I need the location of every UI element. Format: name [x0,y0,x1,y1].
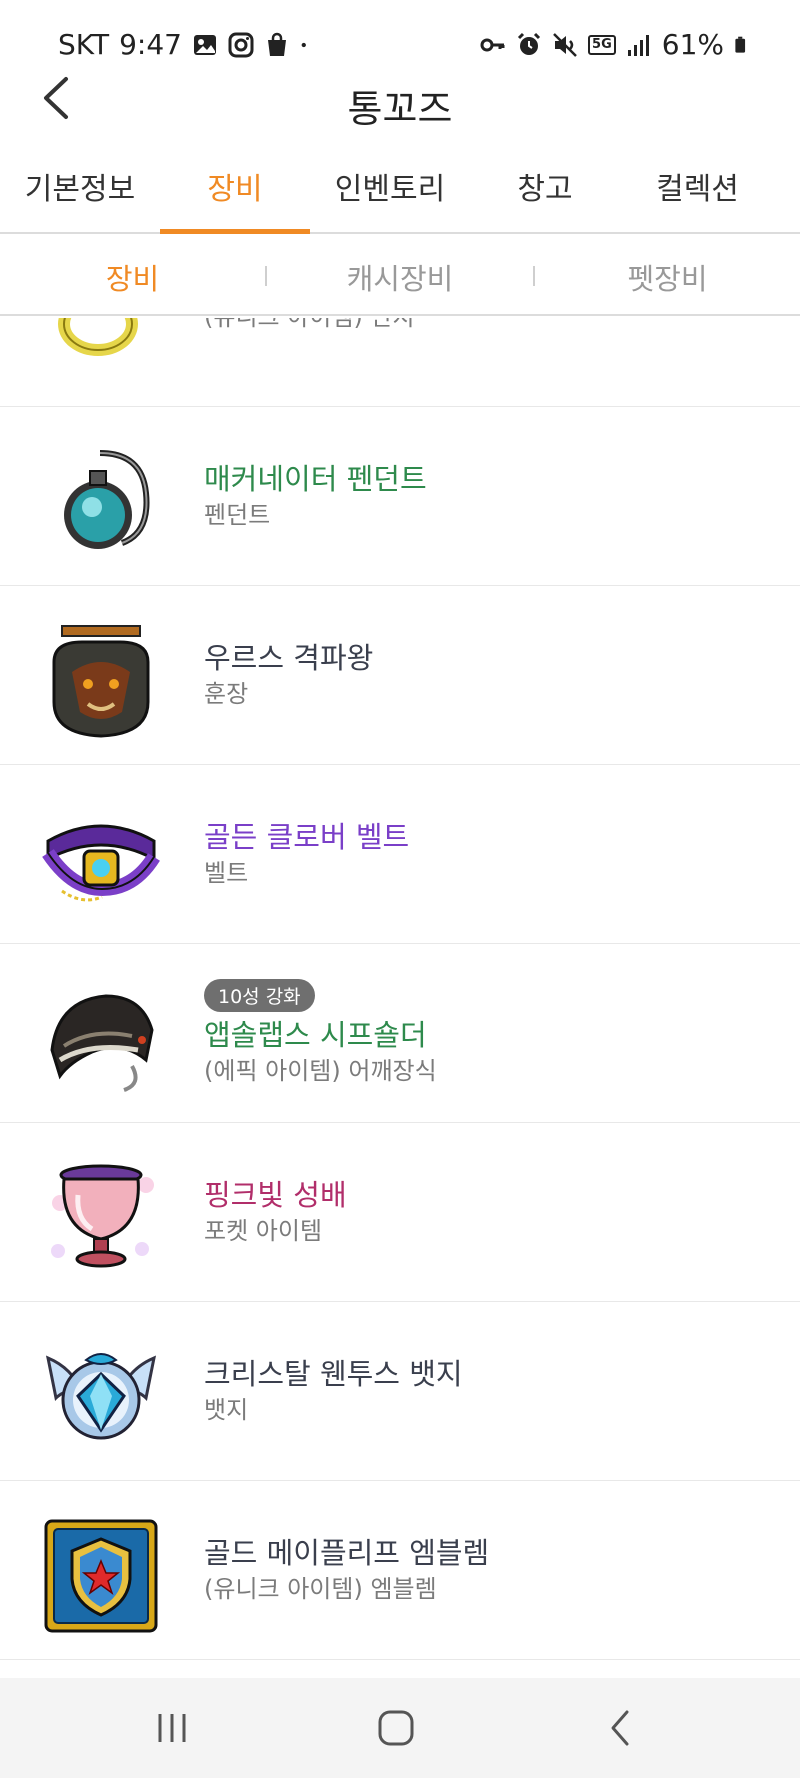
list-item[interactable]: 골드 메이플리프 엠블렘 (유니크 아이템) 엠블렘 [0,1481,800,1660]
home-icon [378,1710,414,1746]
status-left: SKT 9:47 [58,28,314,61]
tab-collection[interactable]: 컬렉션 [620,164,775,208]
equipment-list[interactable]: (유니크 아이템) 반지 매커네이터 펜던트 펜던트 [0,318,800,1678]
item-type: 포켓 아이템 [204,1217,323,1245]
battery-percent: 61% [661,28,724,61]
pendant-icon [64,450,150,549]
enhancement-badge: 10성 강화 [204,978,315,1012]
instagram-icon [228,32,254,57]
item-name: 앱솔랩스 시프숄더 [204,1017,427,1052]
key-icon [480,38,505,51]
list-item[interactable]: 핑크빛 성배 포켓 아이템 [0,1123,800,1302]
status-right: 5G 61% [480,28,752,61]
app-header: 통꼬즈 [0,60,800,146]
nav-back-button[interactable] [590,1703,650,1753]
list-item[interactable]: (유니크 아이템) 반지 [0,318,800,407]
item-text: 골드 메이플리프 엠블렘 (유니크 아이템) 엠블렘 [204,1481,489,1659]
page-title: 통꼬즈 [347,87,453,131]
item-type: 훈장 [204,680,249,708]
list-item[interactable]: 우르스 격파왕 훈장 [0,586,800,765]
item-type: (유니크 아이템) 엠블렘 [204,1575,437,1603]
item-name: 크리스탈 웬투스 뱃지 [204,1357,463,1391]
ring-icon [58,318,138,356]
item-text: 매커네이터 펜던트 펜던트 [204,407,427,585]
shopping-bag-icon [267,32,286,56]
active-tab-indicator [160,229,310,234]
recent-apps-icon [158,1714,186,1742]
back-arrow-icon [611,1710,629,1746]
item-type: (유니크 아이템) 반지 [204,318,415,334]
dot-icon [301,42,306,47]
list-item[interactable]: 매커네이터 펜던트 펜던트 [0,407,800,586]
mute-icon [553,32,577,57]
item-text: 핑크빛 성배 포켓 아이템 [204,1123,347,1301]
item-type: 펜던트 [204,501,271,529]
item-name: 핑크빛 성배 [204,1178,347,1212]
item-type: (에픽 아이템) 어깨장식 [204,1056,437,1085]
tab-inventory[interactable]: 인벤토리 [310,164,470,208]
item-type: 뱃지 [204,1396,249,1424]
badge-icon [45,1353,157,1440]
tab-equipment[interactable]: 장비 [160,164,310,208]
sub-tabs: 장비 캐시장비 펫장비 [0,236,800,316]
signal-icon [627,34,649,56]
carrier-label: SKT [58,28,110,61]
battery-icon [735,36,746,53]
medal-icon [52,625,150,738]
item-text: 우르스 격파왕 훈장 [204,586,373,764]
clock: 9:47 [119,28,182,61]
subtab-pet-equipment[interactable]: 펫장비 [535,256,800,298]
main-tabs: 기본정보 장비 인벤토리 창고 컬렉션 [0,150,800,234]
tab-storage[interactable]: 창고 [470,164,620,208]
item-text: (유니크 아이템) 반지 [204,318,415,406]
gallery-icon [193,34,216,55]
network-type: 5G [588,34,616,55]
chalice-icon [51,1164,154,1268]
list-item[interactable]: 크리스탈 웬투스 뱃지 뱃지 [0,1302,800,1481]
shoulder-icon [50,994,154,1092]
subtab-cash-equipment[interactable]: 캐시장비 [267,256,533,298]
subtab-equipment[interactable]: 장비 [0,256,265,298]
alarm-icon [517,32,541,55]
item-text: 크리스탈 웬투스 뱃지 뱃지 [204,1302,463,1480]
item-text: 골든 클로버 벨트 벨트 [204,765,409,943]
list-item[interactable]: 골든 클로버 벨트 벨트 [0,765,800,944]
recent-apps-button[interactable] [142,1703,202,1753]
system-nav-bar [0,1678,800,1778]
list-item[interactable]: 10성 강화 앱솔랩스 시프숄더 (에픽 아이템) 어깨장식 [0,944,800,1123]
item-type: 벨트 [204,859,249,887]
item-name: 골든 클로버 벨트 [204,820,410,854]
emblem-icon [44,1519,158,1633]
item-name: 우르스 격파왕 [204,641,374,675]
belt-icon [42,824,160,902]
item-name: 골드 메이플리프 엠블렘 [204,1536,490,1570]
item-name: 매커네이터 펜던트 [204,462,427,496]
tab-basic-info[interactable]: 기본정보 [0,164,160,208]
item-text: 10성 강화 앱솔랩스 시프숄더 (에픽 아이템) 어깨장식 [204,944,437,1122]
home-button[interactable] [366,1703,426,1753]
